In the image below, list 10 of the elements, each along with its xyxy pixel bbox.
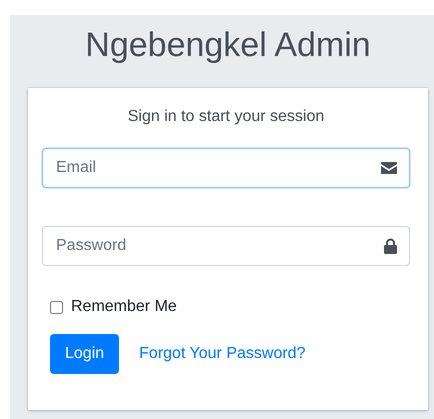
- lock-icon: [384, 238, 397, 254]
- sign-in-message: Sign in to start your session: [126, 108, 326, 126]
- remember-checkbox[interactable]: [50, 300, 63, 314]
- email-field[interactable]: Email: [42, 148, 410, 188]
- remember-label: Remember Me: [71, 298, 177, 316]
- password-field[interactable]: Password: [42, 226, 410, 266]
- envelope-icon: [381, 162, 397, 174]
- forgot-password-link[interactable]: Forgot Your Password?: [139, 345, 306, 363]
- page-title: Ngebengkel Admin: [84, 25, 372, 66]
- login-button[interactable]: Login: [50, 334, 120, 374]
